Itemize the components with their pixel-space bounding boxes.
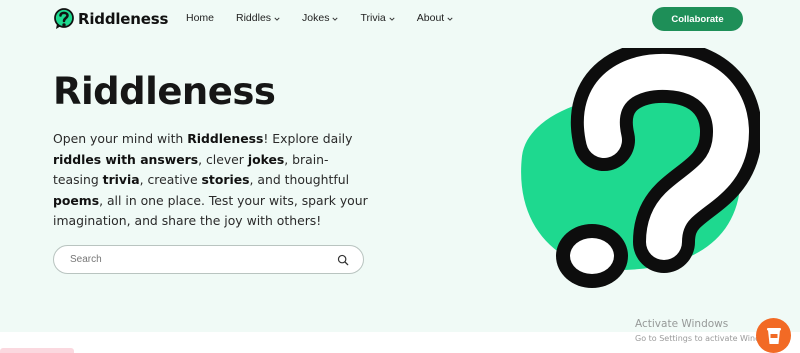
search-bar xyxy=(53,245,364,274)
brand-logo[interactable]: Riddleness xyxy=(54,7,168,31)
nav-about[interactable]: About xyxy=(417,12,453,24)
hero-description: Open your mind with Riddleness! Explore … xyxy=(53,129,373,232)
description-highlight: Riddleness xyxy=(187,131,264,146)
description-highlight: stories xyxy=(201,172,250,187)
description-highlight: poems xyxy=(53,192,100,208)
logo-icon xyxy=(54,8,74,29)
description-text: Open your mind with xyxy=(53,131,188,146)
nav-trivia[interactable]: Trivia xyxy=(360,12,395,24)
collaborate-button[interactable]: Collaborate xyxy=(652,7,743,31)
chevron-down-icon xyxy=(274,17,280,21)
description-text: ! Explore daily xyxy=(263,131,353,146)
nav-home-label: Home xyxy=(186,12,215,24)
nav-home[interactable]: Home xyxy=(186,12,214,24)
description-highlight: jokes xyxy=(247,151,285,167)
chevron-down-icon xyxy=(332,17,339,21)
chevron-down-icon xyxy=(447,17,453,21)
hero-title: Riddleness xyxy=(53,70,276,113)
coffee-button[interactable] xyxy=(756,318,791,353)
nav-about-label: About xyxy=(416,12,445,24)
site-header: Riddleness Home Riddles Jokes Trivia Abo… xyxy=(0,0,800,40)
pink-tab xyxy=(0,348,74,353)
nav-trivia-label: Trivia xyxy=(360,12,386,24)
nav-riddles[interactable]: Riddles xyxy=(236,12,280,24)
description-highlight: trivia xyxy=(102,172,140,187)
chevron-down-icon xyxy=(389,17,395,21)
coffee-cup-icon xyxy=(766,327,781,344)
description-text: , clever xyxy=(198,151,248,167)
search-input[interactable] xyxy=(70,246,320,273)
description-highlight: riddles with answers xyxy=(53,151,199,167)
description-text: , creative xyxy=(139,172,202,187)
nav-riddles-label: Riddles xyxy=(236,12,272,24)
brand-name: Riddleness xyxy=(78,10,169,28)
description-text: , all in one place. Test your wits, spar… xyxy=(53,192,368,229)
question-mark-illustration xyxy=(521,48,760,288)
search-icon[interactable] xyxy=(337,254,349,266)
description-text: , and thoughtful xyxy=(249,172,350,187)
nav-jokes-label: Jokes xyxy=(302,12,330,24)
nav-jokes[interactable]: Jokes xyxy=(302,12,339,24)
main-nav: Home Riddles Jokes Trivia About xyxy=(186,12,453,24)
